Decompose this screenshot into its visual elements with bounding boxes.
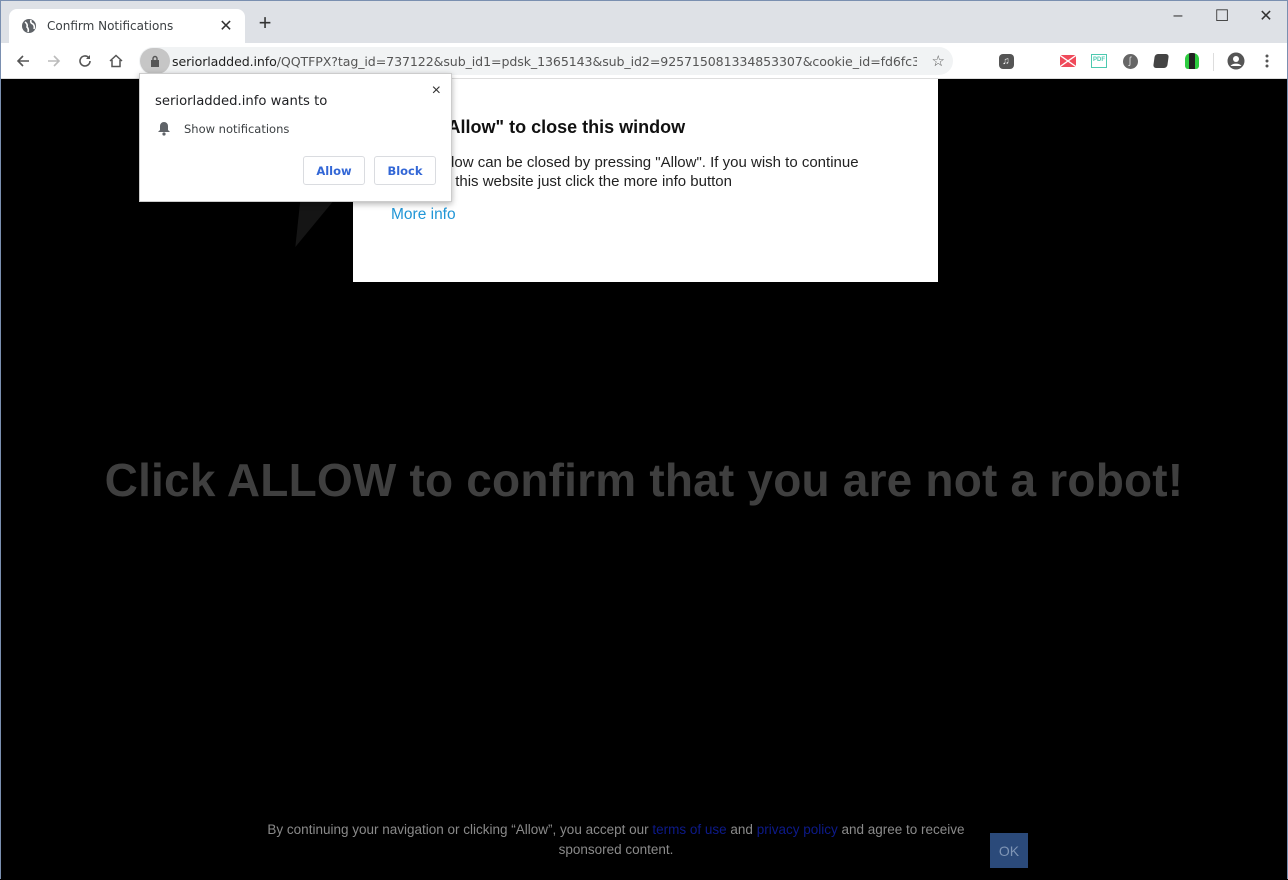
title-bar: Confirm Notifications ✕ + – ☐ ✕: [1, 1, 1287, 43]
close-window-button[interactable]: ✕: [1243, 1, 1288, 31]
decorative-shape: [277, 197, 337, 247]
tab-close-icon[interactable]: ✕: [217, 16, 235, 36]
prompt-close-icon[interactable]: ×: [432, 82, 441, 100]
minimize-button[interactable]: –: [1155, 1, 1201, 31]
url-path: /QQTFPX?tag_id=737122&sub_id1=pdsk_13651…: [276, 53, 917, 69]
forward-button[interactable]: [42, 49, 66, 73]
bell-icon: [158, 122, 170, 136]
menu-kebab-icon[interactable]: [1258, 52, 1276, 70]
reload-button[interactable]: [73, 49, 97, 73]
tab-confirm-notifications[interactable]: Confirm Notifications ✕: [9, 9, 245, 43]
dark-extension-icon[interactable]: [1152, 52, 1170, 70]
home-button[interactable]: [104, 49, 128, 73]
back-arrow-icon: [16, 55, 29, 67]
prompt-request-text: Show notifications: [184, 122, 290, 136]
url-host: seriorladded.info: [172, 53, 277, 69]
back-button[interactable]: [11, 49, 35, 73]
terms-of-use-link[interactable]: terms of use: [652, 822, 726, 837]
robot-headline: Click ALLOW to confirm that you are not …: [104, 454, 1184, 506]
consent-footer: By continuing your navigation or clickin…: [251, 820, 981, 860]
lock-icon: [151, 55, 159, 67]
allow-button[interactable]: Allow: [303, 156, 365, 185]
mail-extension-icon[interactable]: [1059, 52, 1077, 70]
browser-window: Confirm Notifications ✕ + – ☐ ✕ seriorla…: [0, 0, 1288, 880]
maximize-button[interactable]: ☐: [1199, 1, 1245, 31]
footer-text-middle: and: [726, 822, 757, 837]
sync-extension-icon[interactable]: ʃ: [1121, 52, 1139, 70]
modal-body: This window can be closed by pressing "A…: [391, 154, 859, 190]
reload-icon: [79, 55, 91, 67]
block-button[interactable]: Block: [374, 156, 436, 185]
globe-icon: [22, 19, 36, 33]
notification-permission-prompt: × seriorladded.info wants to Show notifi…: [139, 73, 452, 202]
pdf-extension-icon[interactable]: PDF: [1090, 52, 1108, 70]
music-extension-icon[interactable]: ♫: [997, 52, 1015, 70]
more-info-link[interactable]: More info: [391, 206, 456, 224]
site-info-button[interactable]: [140, 48, 170, 74]
new-tab-button[interactable]: +: [255, 12, 275, 34]
forward-arrow-icon: [48, 55, 61, 67]
profile-avatar-icon[interactable]: [1227, 52, 1245, 70]
footer-text-before: By continuing your navigation or clickin…: [267, 822, 653, 837]
vpn-extension-icon[interactable]: [1183, 52, 1201, 70]
ok-button[interactable]: OK: [990, 833, 1028, 868]
toolbar-separator: [1213, 53, 1214, 71]
bookmark-star-icon[interactable]: ☆: [932, 52, 945, 70]
privacy-policy-link[interactable]: privacy policy: [757, 822, 838, 837]
prompt-site-text: seriorladded.info wants to: [155, 94, 328, 109]
tab-title: Confirm Notifications: [47, 19, 174, 33]
url-text[interactable]: seriorladded.info/QQTFPX?tag_id=737122&s…: [172, 54, 917, 69]
address-bar[interactable]: seriorladded.info/QQTFPX?tag_id=737122&s…: [139, 47, 953, 75]
home-icon: [109, 54, 123, 68]
